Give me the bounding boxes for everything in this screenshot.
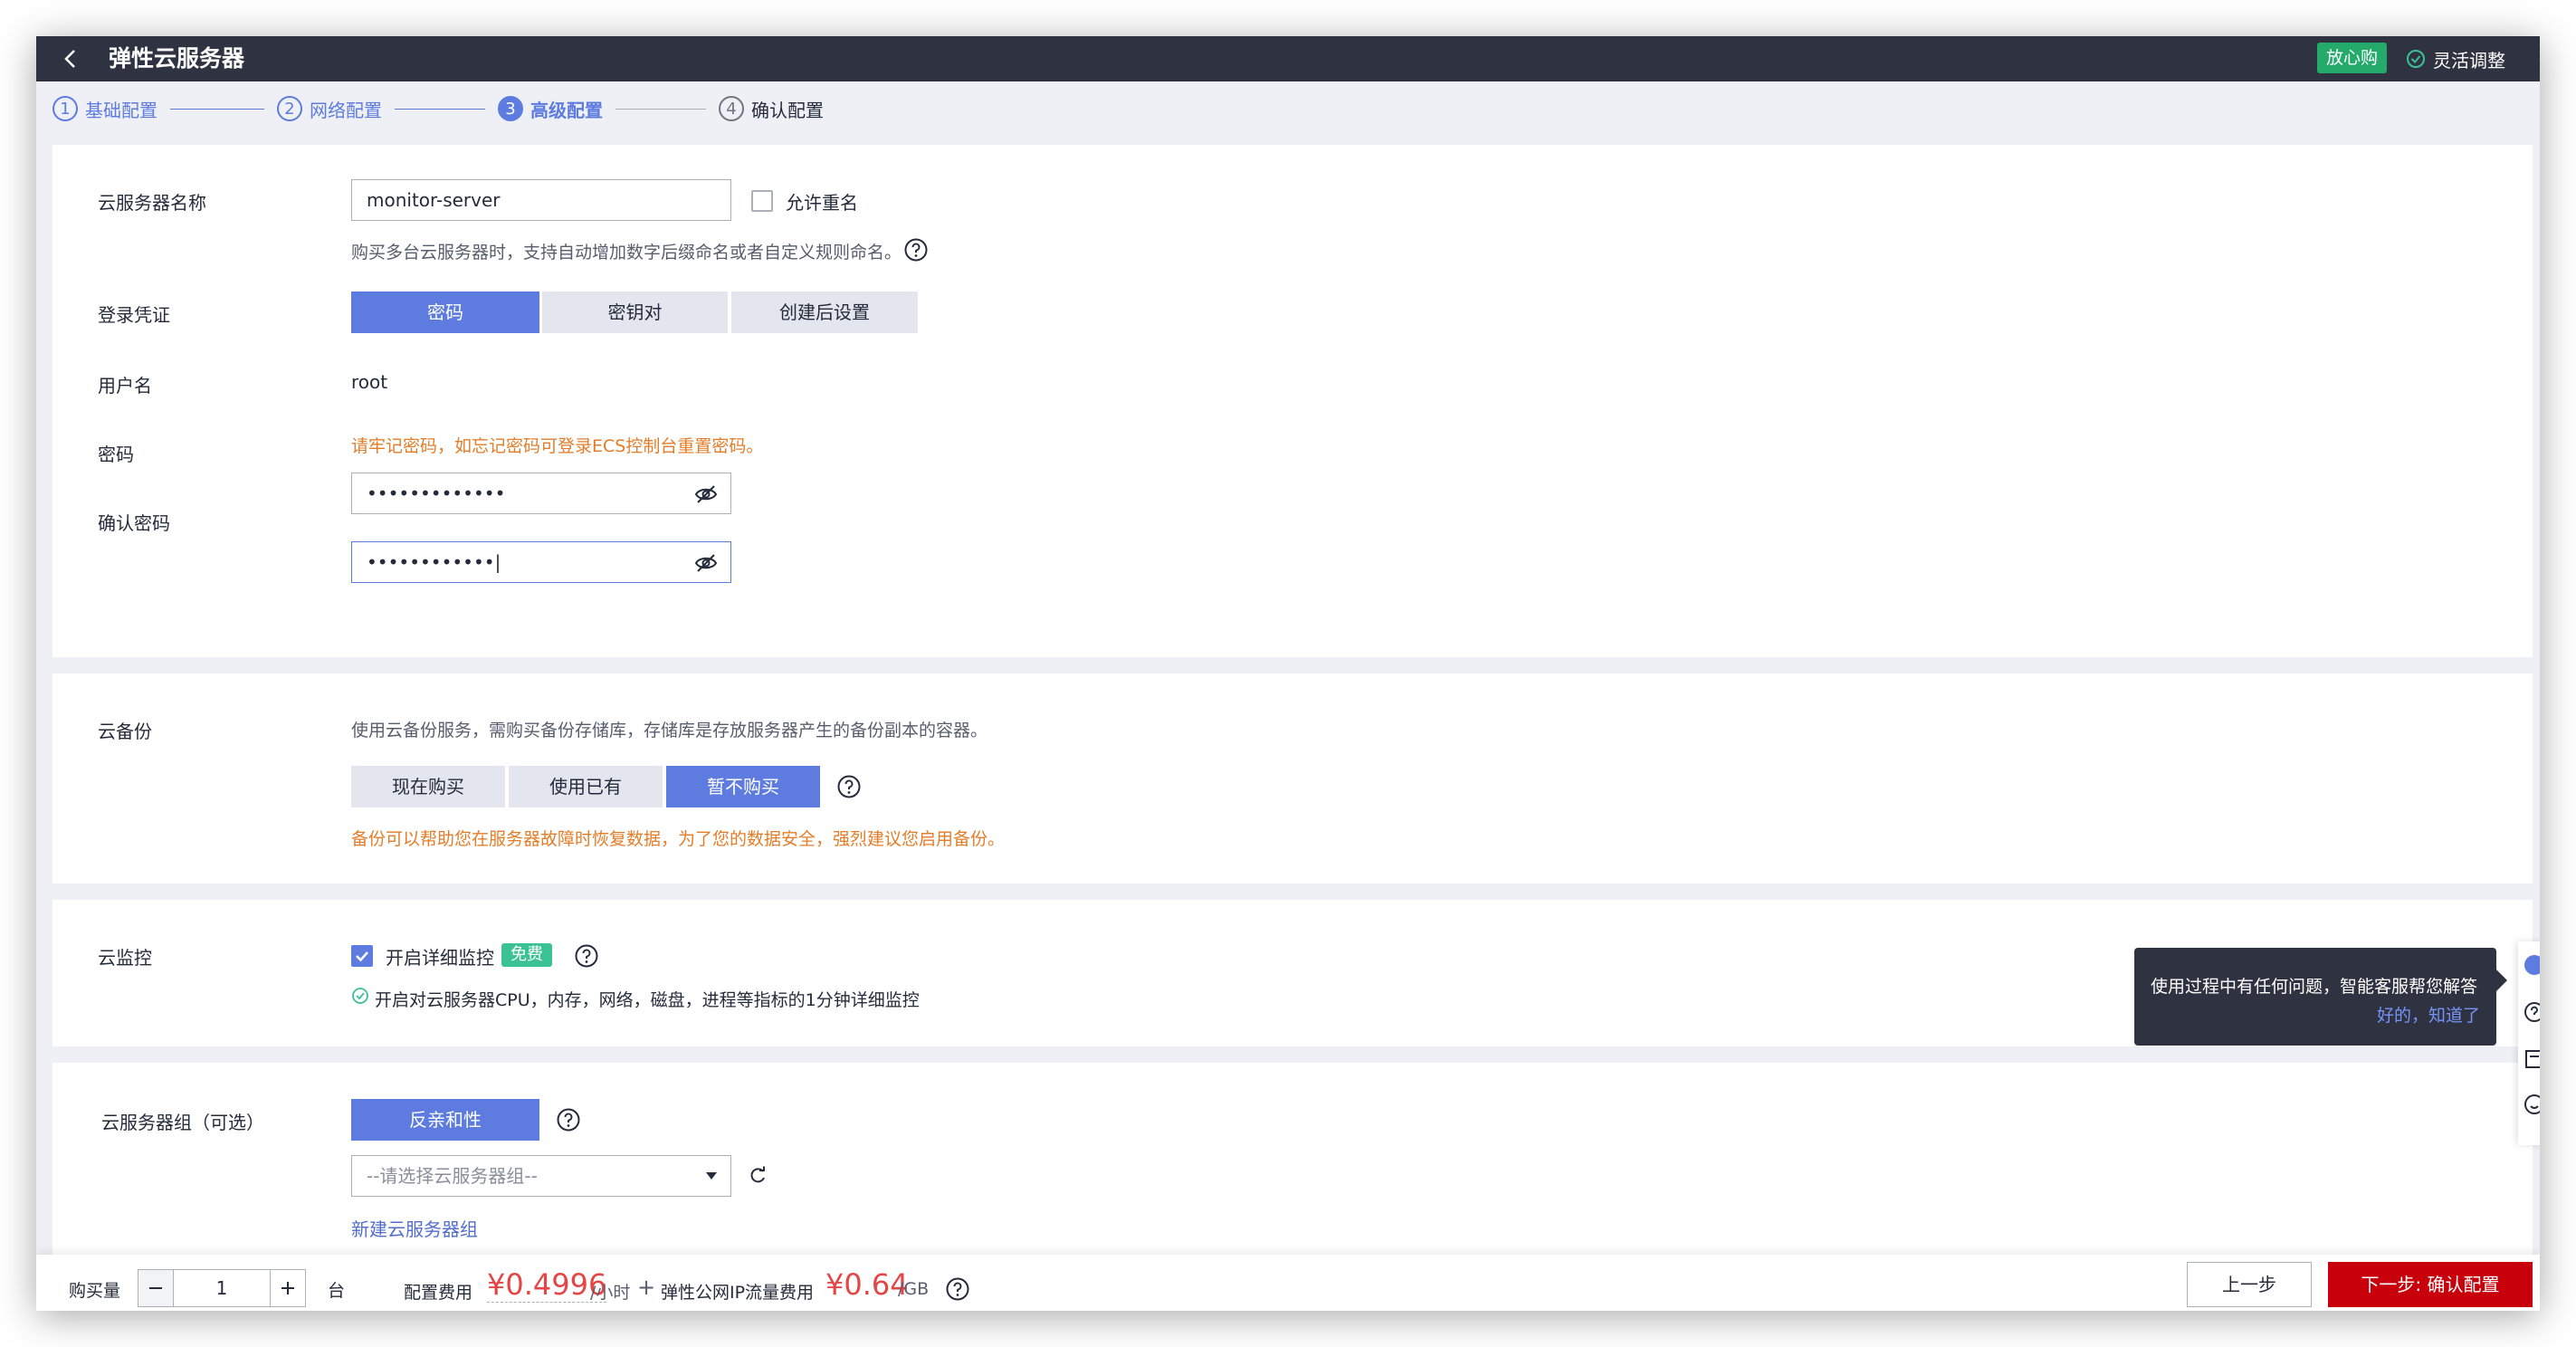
confirm-password-label: 确认密码 [98, 512, 170, 534]
backup-option-buy-now[interactable]: 现在购买 [351, 766, 505, 807]
password-warning: 请牢记密码，如忘记密码可登录ECS控制台重置密码。 [351, 436, 764, 456]
previous-step-button[interactable]: 上一步 [2187, 1262, 2312, 1307]
next-step-button[interactable]: 下一步: 确认配置 [2328, 1262, 2533, 1307]
confirm-password-mask: ••••••••••••| [367, 551, 501, 573]
caret-down-icon [706, 1172, 717, 1180]
cloud-backup-section: 云备份 使用云备份服务，需购买备份存储库，存储库是存放服务器产生的备份副本的容器… [52, 674, 2533, 884]
step-confirm-config: 4 确认配置 [719, 96, 824, 122]
tooltip-arrow [2496, 970, 2507, 991]
login-option-password[interactable]: 密码 [351, 291, 539, 333]
help-icon[interactable] [574, 943, 599, 969]
quantity-label: 购买量 [69, 1281, 121, 1301]
step-number: 1 [52, 96, 78, 121]
password-mask: ••••••••••••• [367, 482, 506, 504]
back-arrow-icon[interactable] [56, 43, 87, 74]
hide-password-icon[interactable] [694, 482, 718, 506]
help-icon[interactable] [2524, 1001, 2540, 1023]
step-number: 2 [277, 96, 302, 121]
step-basic-config[interactable]: 1 基础配置 [52, 96, 157, 122]
monitor-info: 开启对云服务器CPU，内存，网络，磁盘，进程等指标的1分钟详细监控 [375, 990, 920, 1010]
step-indicator: 1 基础配置 2 网络配置 3 高级配置 4 确认配置 [36, 81, 2540, 136]
page-title: 弹性云服务器 [109, 45, 245, 72]
quantity-decrease-button[interactable] [138, 1269, 174, 1307]
title-bar: 弹性云服务器 放心购 灵活调整 [36, 36, 2540, 81]
cloud-backup-desc: 使用云备份服务，需购买备份存储库，存储库是存放服务器产生的备份副本的容器。 [351, 721, 988, 740]
help-icon[interactable] [556, 1107, 581, 1132]
server-name-label: 云服务器名称 [98, 192, 206, 214]
quantity-unit: 台 [328, 1281, 346, 1301]
checkmark-icon [356, 951, 368, 962]
step-connector [395, 108, 485, 110]
config-price-unit: /小时 [590, 1283, 631, 1303]
ip-price-unit: /GB [898, 1279, 930, 1299]
quantity-input[interactable]: 1 [174, 1269, 270, 1307]
login-option-keypair[interactable]: 密钥对 [542, 291, 728, 333]
login-settings-section: 云服务器名称 monitor-server 允许重名 购买多台云服务器时，支持自… [52, 145, 2533, 657]
step-advanced-config: 3 高级配置 [498, 96, 603, 122]
server-group-select[interactable]: --请选择云服务器组-- [351, 1155, 731, 1197]
server-name-input[interactable]: monitor-server [351, 179, 731, 221]
server-group-placeholder: --请选择云服务器组-- [367, 1165, 538, 1187]
plus-icon [281, 1282, 294, 1294]
success-check-icon [352, 988, 368, 1004]
ip-fee-label: 弹性公网IP流量费用 [661, 1283, 815, 1303]
tooltip-message: 使用过程中有任何问题，智能客服帮您解答 [2151, 977, 2478, 997]
assistant-icon[interactable] [2524, 954, 2540, 976]
step-label: 网络配置 [310, 99, 382, 121]
username-value: root [351, 371, 388, 393]
server-name-hint: 购买多台云服务器时，支持自动增加数字后缀命名或者自定义规则命名。 [351, 243, 902, 263]
username-label: 用户名 [98, 375, 152, 396]
assured-purchase-badge[interactable]: 放心购 [2317, 43, 2388, 73]
allow-duplicate-name-label: 允许重名 [786, 192, 858, 214]
help-icon[interactable] [903, 237, 929, 263]
password-input[interactable]: ••••••••••••• [351, 473, 731, 514]
step-connector [170, 108, 264, 110]
feedback-icon[interactable] [2524, 1048, 2540, 1070]
check-circle-icon [2407, 50, 2425, 68]
backup-option-use-existing[interactable]: 使用已有 [509, 766, 663, 807]
cloud-monitor-label: 云监控 [98, 947, 152, 969]
step-label: 基础配置 [85, 99, 157, 121]
flex-adjust-link[interactable]: 灵活调整 [2406, 36, 2505, 81]
create-server-group-link[interactable]: 新建云服务器组 [351, 1215, 478, 1241]
free-badge: 免费 [501, 943, 552, 967]
help-icon[interactable] [945, 1276, 970, 1302]
backup-option-skip[interactable]: 暂不购买 [666, 766, 820, 807]
password-label: 密码 [98, 444, 134, 465]
config-price[interactable]: ¥0.4996 [487, 1267, 607, 1303]
server-group-label: 云服务器组（可选） [101, 1112, 264, 1133]
tooltip-dismiss-link[interactable]: 好的，知道了 [2377, 1002, 2480, 1027]
backup-warning: 备份可以帮助您在服务器故障时恢复数据，为了您的数据安全，强烈建议您启用备份。 [351, 829, 1006, 849]
refresh-icon[interactable] [748, 1166, 768, 1186]
step-number: 3 [498, 96, 523, 121]
ip-price: ¥0.64 [825, 1267, 909, 1302]
anti-affinity-button[interactable]: 反亲和性 [351, 1099, 539, 1141]
login-credential-label: 登录凭证 [98, 304, 170, 326]
plus-sign: + [637, 1275, 656, 1300]
flex-adjust-label: 灵活调整 [2433, 49, 2505, 72]
floating-tool-rail [2518, 941, 2540, 1145]
step-label: 确认配置 [751, 99, 824, 121]
step-network-config[interactable]: 2 网络配置 [277, 96, 382, 122]
server-group-section: 云服务器组（可选） 反亲和性 --请选择云服务器组-- 新建云服务器组 [52, 1063, 2533, 1255]
purchase-footer: 购买量 1 台 配置费用 ¥0.4996 /小时 + 弹性公网IP流量费用 ¥0… [36, 1255, 2540, 1311]
smart-assistant-tooltip: 使用过程中有任何问题，智能客服帮您解答 好的，知道了 [2134, 948, 2507, 1046]
config-fee-label: 配置费用 [404, 1283, 473, 1303]
ecs-purchase-window: 弹性云服务器 放心购 灵活调整 1 基础配置 2 网络配置 3 高级配置 4 确 [36, 36, 2540, 1311]
confirm-password-input[interactable]: ••••••••••••| [351, 541, 731, 583]
allow-duplicate-name-checkbox[interactable] [751, 190, 773, 212]
detailed-monitor-checkbox[interactable] [351, 945, 373, 967]
cloud-backup-label: 云备份 [98, 721, 152, 742]
step-label: 高级配置 [530, 99, 603, 121]
step-connector [615, 108, 706, 110]
smile-icon[interactable] [2524, 1094, 2540, 1115]
detailed-monitor-label: 开启详细监控 [386, 947, 494, 969]
quantity-increase-button[interactable] [270, 1269, 306, 1307]
login-option-set-later[interactable]: 创建后设置 [731, 291, 918, 333]
minus-icon [149, 1287, 162, 1289]
step-number: 4 [719, 96, 744, 121]
hide-password-icon[interactable] [694, 551, 718, 575]
help-icon[interactable] [836, 774, 862, 799]
